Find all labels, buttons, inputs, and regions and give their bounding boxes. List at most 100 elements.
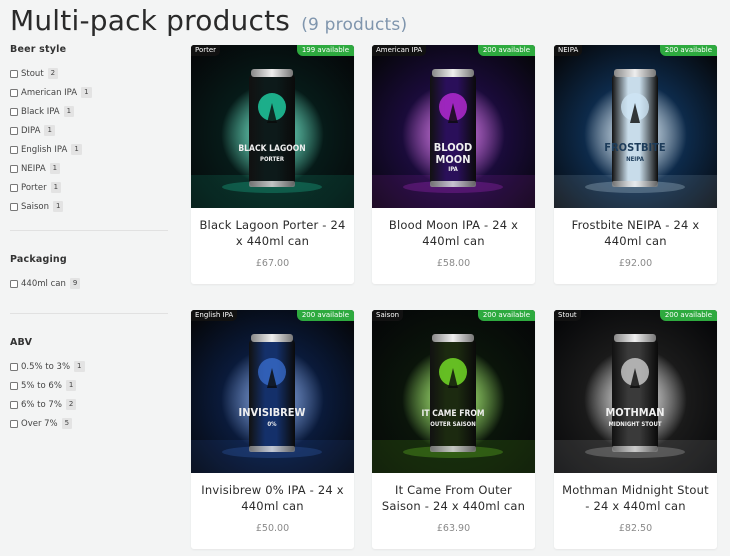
filter-option-count: 2 (65, 399, 77, 410)
filter-option[interactable]: 0.5% to 3% 1 (10, 357, 168, 376)
filter-checkbox[interactable] (10, 69, 18, 78)
style-badge: Stout (554, 310, 581, 321)
filter-option[interactable]: Black IPA 1 (10, 102, 168, 121)
filter-option[interactable]: Stout 2 (10, 64, 168, 83)
filter-option-label: English IPA (21, 144, 68, 155)
can-label-text: MOON (436, 153, 471, 166)
filter-checkbox[interactable] (10, 419, 18, 428)
style-badge: Porter (191, 45, 221, 56)
product-can-illustration: INVISIBREW 0% (191, 310, 354, 473)
product-title[interactable]: Blood Moon IPA - 24 x 440ml can (372, 208, 535, 249)
availability-badge: 200 available (477, 45, 535, 56)
filter-option-count: 5 (61, 418, 73, 429)
product-can-illustration: BLACK LAGOON PORTER (191, 45, 354, 208)
product-card[interactable]: BLOOD MOON IPA American IPA 200 available … (372, 45, 535, 284)
filter-checkbox[interactable] (10, 107, 18, 116)
can-label-text: IT CAME FROM (422, 409, 485, 419)
can-label-text: MIDNIGHT STOUT (608, 421, 661, 428)
can-label-text: IPA (448, 166, 458, 173)
filter-option-label: Saison (21, 201, 49, 212)
filter-option-count: 1 (49, 163, 61, 174)
filter-checkbox[interactable] (10, 126, 18, 135)
filter-option-count: 1 (44, 125, 55, 136)
filter-sidebar: Beer style Stout 2 American IPA 1 Black IPA 1 D… (10, 44, 168, 433)
availability-badge: 200 available (296, 310, 354, 321)
filter-option-label: Over 7% (21, 418, 58, 429)
availability-badge: 200 available (477, 310, 535, 321)
can-label-text: OUTER SAISON (430, 421, 476, 428)
filter-option-count: 1 (81, 87, 92, 98)
filter-option[interactable]: 440ml can 9 (10, 274, 168, 293)
filter-checkbox[interactable] (10, 279, 18, 288)
filter-heading: ABV (10, 337, 33, 348)
filter-option-label: DIPA (21, 125, 41, 136)
product-can-illustration: MOTHMAN MIDNIGHT STOUT (554, 310, 717, 473)
filter-option-label: Porter (21, 182, 47, 193)
filter-option[interactable]: Over 7% 5 (10, 414, 168, 433)
product-image[interactable]: IT CAME FROM OUTER SAISON Saison 200 avai… (372, 310, 535, 473)
filter-heading: Beer style (10, 44, 67, 55)
filter-option-label: 440ml can (21, 278, 66, 289)
filter-option[interactable]: American IPA 1 (10, 83, 168, 102)
filter-option[interactable]: Porter 1 (10, 178, 168, 197)
product-image[interactable]: MOTHMAN MIDNIGHT STOUT Stout 200 availabl… (554, 310, 717, 473)
filter-option-count: 1 (65, 380, 77, 391)
product-image[interactable]: BLOOD MOON IPA American IPA 200 available (372, 45, 535, 208)
product-card[interactable]: IT CAME FROM OUTER SAISON Saison 200 avai… (372, 310, 535, 549)
filter-option-count: 1 (74, 361, 85, 372)
filter-option-label: 6% to 7% (21, 399, 62, 410)
filter-checkbox[interactable] (10, 381, 18, 390)
product-price: £92.00 (618, 258, 653, 269)
filter-option-count: 1 (71, 144, 82, 155)
product-title[interactable]: Invisibrew 0% IPA - 24 x 440ml can (191, 473, 354, 514)
filter-option-label: 5% to 6% (21, 380, 62, 391)
filter-option[interactable]: 5% to 6% 1 (10, 376, 168, 395)
filter-option-label: Stout (21, 68, 44, 79)
filter-option[interactable]: DIPA 1 (10, 121, 168, 140)
filter-option-label: 0.5% to 3% (21, 361, 71, 372)
filter-option-count: 1 (50, 182, 62, 193)
can-label-text: PORTER (260, 156, 285, 163)
product-card[interactable]: BLACK LAGOON PORTER Porter 199 available … (191, 45, 354, 284)
filter-option-count: 2 (47, 68, 59, 79)
product-title[interactable]: Mothman Midnight Stout - 24 x 440ml can (554, 473, 717, 514)
product-can-illustration: FROSTBITE NEIPA (554, 45, 717, 208)
product-count: (9 products) (301, 15, 408, 35)
product-title[interactable]: Frostbite NEIPA - 24 x 440ml can (554, 208, 717, 249)
filter-heading: Packaging (10, 254, 67, 265)
filter-checkbox[interactable] (10, 164, 18, 173)
product-image[interactable]: FROSTBITE NEIPA NEIPA 200 available (554, 45, 717, 208)
product-card[interactable]: FROSTBITE NEIPA NEIPA 200 available Frost… (554, 45, 717, 284)
product-card[interactable]: INVISIBREW 0% English IPA 200 available I… (191, 310, 354, 549)
filter-checkbox[interactable] (10, 183, 18, 192)
filter-group: ABV 0.5% to 3% 1 5% to 6% 1 6% to 7% 2 Over 7% 5 (10, 337, 168, 433)
style-badge: English IPA (191, 310, 238, 321)
can-label-text: INVISIBREW (239, 406, 306, 419)
filter-option[interactable]: 6% to 7% 2 (10, 395, 168, 414)
product-can-illustration: IT CAME FROM OUTER SAISON (372, 310, 535, 473)
style-badge: NEIPA (554, 45, 583, 56)
filter-checkbox[interactable] (10, 202, 18, 211)
product-can-illustration: BLOODMOONIPA (372, 45, 535, 208)
filter-option-label: Black IPA (21, 106, 60, 117)
product-image[interactable]: INVISIBREW 0% English IPA 200 available (191, 310, 354, 473)
filter-option[interactable]: NEIPA 1 (10, 159, 168, 178)
can-label-text: 0% (267, 421, 277, 428)
can-label-text: BLACK LAGOON (238, 144, 305, 154)
filter-checkbox[interactable] (10, 145, 18, 154)
filter-checkbox[interactable] (10, 400, 18, 409)
product-price: £58.00 (436, 258, 471, 269)
filter-option[interactable]: English IPA 1 (10, 140, 168, 159)
filter-option-label: NEIPA (21, 163, 46, 174)
product-card[interactable]: MOTHMAN MIDNIGHT STOUT Stout 200 availabl… (554, 310, 717, 549)
product-title[interactable]: Black Lagoon Porter - 24 x 440ml can (191, 208, 354, 249)
availability-badge: 199 available (296, 45, 354, 56)
product-image[interactable]: BLACK LAGOON PORTER Porter 199 available (191, 45, 354, 208)
filter-option-count: 9 (69, 278, 81, 289)
filter-checkbox[interactable] (10, 88, 18, 97)
filter-option-count: 1 (63, 106, 75, 117)
filter-group: Beer style Stout 2 American IPA 1 Black IPA 1 D… (10, 44, 168, 216)
product-title[interactable]: It Came From Outer Saison - 24 x 440ml c… (372, 473, 535, 514)
filter-checkbox[interactable] (10, 362, 18, 371)
filter-option[interactable]: Saison 1 (10, 197, 168, 216)
